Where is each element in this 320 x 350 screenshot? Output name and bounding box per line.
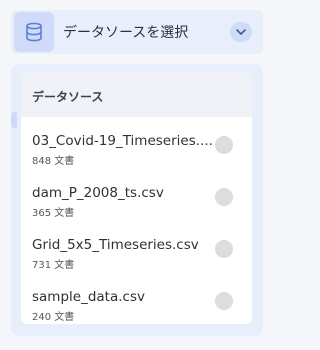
datasource-dropdown: データソース 03_Covid-19_Timeseries.... 848 文書… (21, 73, 252, 324)
chevron-down-icon[interactable] (230, 22, 252, 42)
database-icon[interactable] (14, 12, 54, 52)
radio-button[interactable] (215, 292, 233, 310)
item-count: 731 文書 (32, 260, 75, 271)
datasource-selector[interactable]: データソースを選択 (11, 10, 263, 54)
item-name: sample_data.csv (32, 289, 145, 305)
list-item[interactable]: sample_data.csv 240 文書 (21, 285, 252, 324)
list-item[interactable]: 03_Covid-19_Timeseries.... 848 文書 (21, 129, 252, 179)
item-count: 848 文書 (32, 156, 75, 167)
item-name: dam_P_2008_ts.csv (32, 185, 164, 201)
item-count: 365 文書 (32, 208, 75, 219)
radio-button[interactable] (215, 136, 233, 154)
dropdown-header: データソース (21, 73, 252, 117)
dropdown-edge-tab (11, 112, 17, 128)
list-item[interactable]: Grid_5x5_Timeseries.csv 731 文書 (21, 233, 252, 283)
item-count: 240 文書 (32, 312, 75, 323)
selector-label: データソースを選択 (63, 25, 189, 41)
item-name: 03_Covid-19_Timeseries.... (32, 133, 213, 149)
radio-button[interactable] (215, 188, 233, 206)
radio-button[interactable] (215, 240, 233, 258)
list-item[interactable]: dam_P_2008_ts.csv 365 文書 (21, 181, 252, 231)
item-name: Grid_5x5_Timeseries.csv (32, 237, 199, 253)
